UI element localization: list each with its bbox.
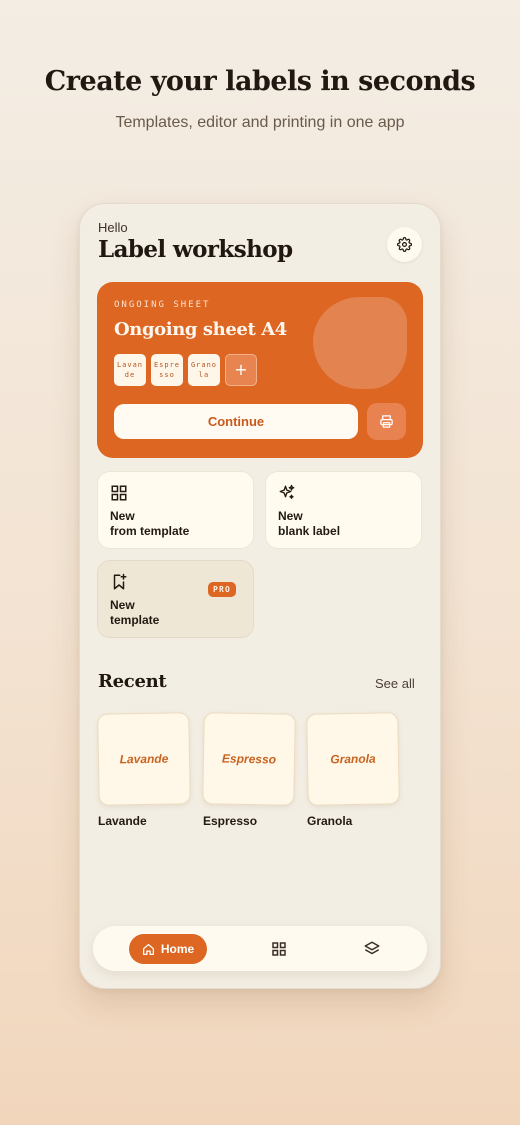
label-chip[interactable]: Lavande [114, 354, 146, 386]
page-title: Label workshop [98, 236, 293, 263]
see-all-link[interactable]: See all [375, 676, 415, 691]
new-template-button[interactable]: PRO New template [97, 560, 254, 638]
home-icon [142, 943, 154, 955]
recent-label-name: Granola [307, 814, 353, 828]
continue-button[interactable]: Continue [114, 404, 358, 439]
recent-label-name: Lavande [98, 814, 147, 828]
layers-icon[interactable] [363, 940, 381, 958]
grid-icon [111, 485, 127, 501]
nav-home-label: Home [160, 942, 195, 956]
hero-title: Create your labels in seconds [44, 66, 476, 97]
label-chip[interactable]: Espresso [151, 354, 183, 386]
tile-label: New blank label [278, 509, 341, 538]
recent-label-name: Espresso [203, 814, 258, 828]
hero-subtitle: Templates, editor and printing in one ap… [115, 114, 405, 131]
bottom-nav: Home [93, 926, 427, 971]
ongoing-sheet-card[interactable]: ONGOING SHEET Ongoing sheet A4 Lavande E… [97, 282, 423, 458]
nav-home-tab[interactable]: Home [129, 934, 207, 964]
settings-button[interactable] [387, 227, 422, 262]
greeting: Hello [98, 220, 128, 235]
new-from-template-button[interactable]: New from template [97, 471, 254, 549]
print-button[interactable] [367, 403, 406, 440]
printer-icon [380, 415, 393, 428]
phone-frame: Hello Label workshop ONGOING SHEET Ongoi… [79, 203, 441, 989]
sheet-title: Ongoing sheet A4 [114, 319, 287, 340]
recent-heading: Recent [98, 671, 167, 692]
gear-icon [397, 237, 412, 252]
bookmark-plus-icon [113, 573, 127, 590]
recent-label-card[interactable]: Granola [306, 712, 400, 806]
sheet-chips: Lavande Espresso Granola + [114, 354, 257, 386]
grid-icon[interactable] [270, 940, 288, 958]
label-chip[interactable]: Granola [188, 354, 220, 386]
tile-label: New from template [110, 509, 190, 538]
new-blank-label-button[interactable]: New blank label [265, 471, 422, 549]
add-label-button[interactable]: + [225, 354, 257, 386]
recent-label-card[interactable]: Lavande [97, 712, 191, 806]
tile-label: New template [110, 598, 160, 627]
sparkles-icon [279, 484, 295, 499]
sheet-eyebrow: ONGOING SHEET [114, 300, 211, 310]
recent-label-card[interactable]: Espresso [202, 712, 296, 806]
decorative-blob [313, 297, 407, 389]
pro-badge: PRO [208, 582, 236, 597]
